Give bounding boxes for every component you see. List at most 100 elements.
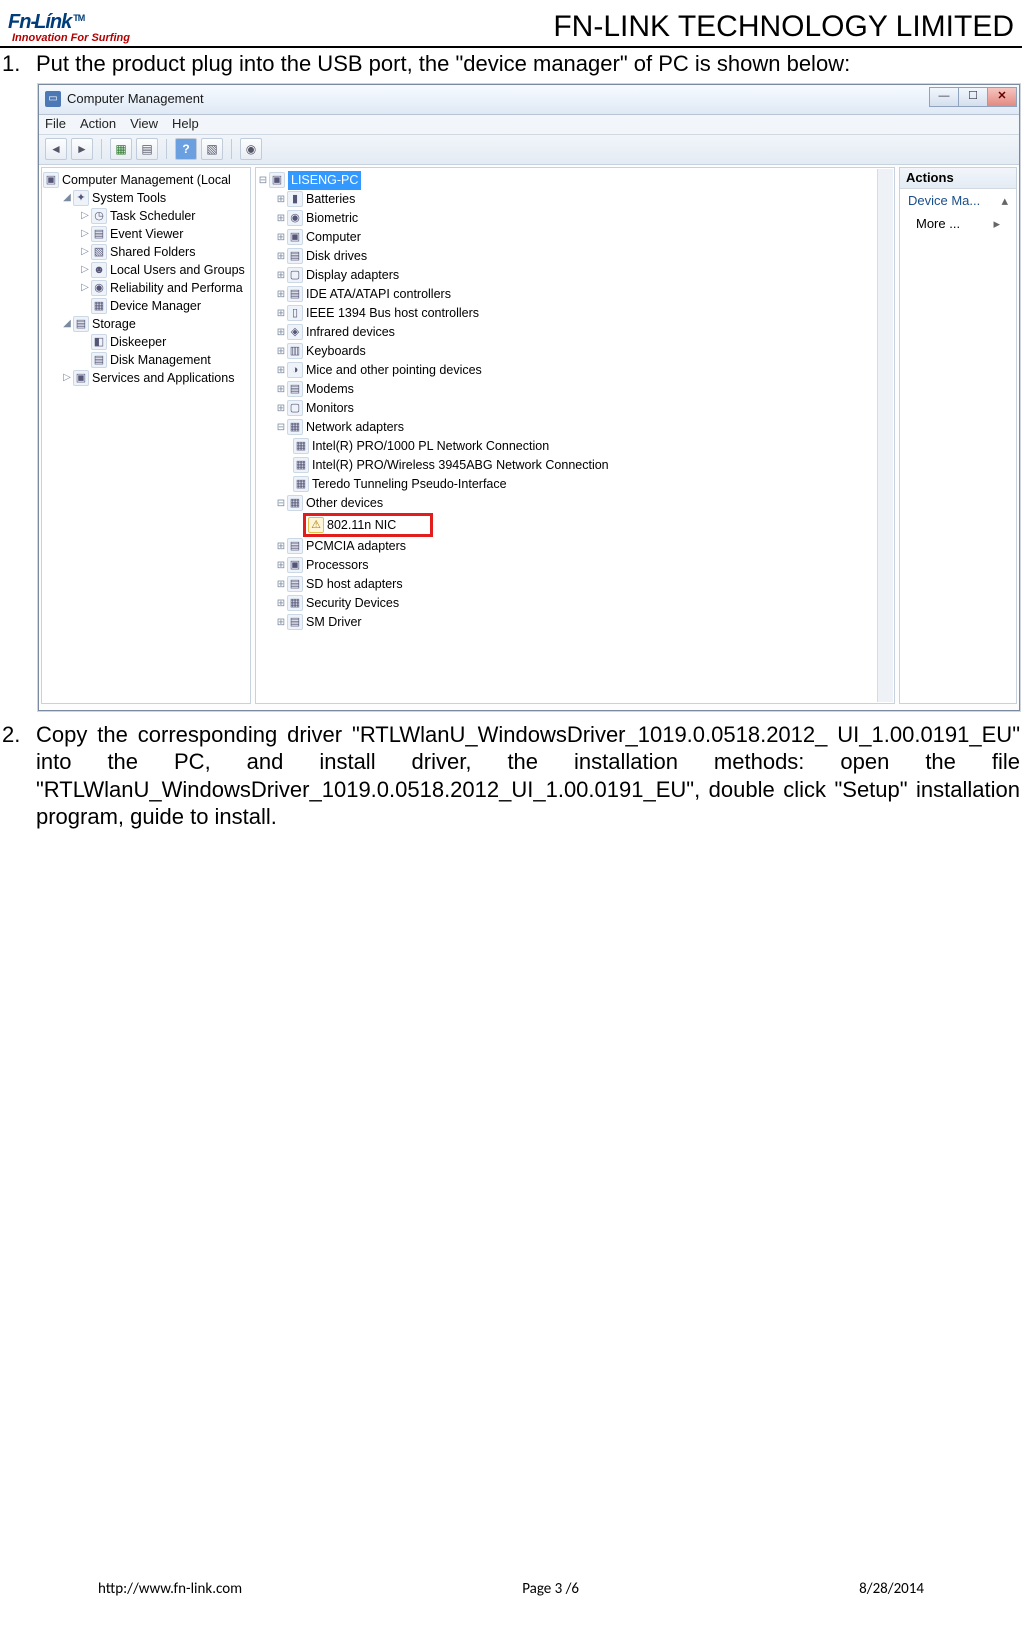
dev-infrared[interactable]: ⊞◈Infrared devices xyxy=(257,323,893,342)
expand-icon[interactable]: ▷ xyxy=(79,279,91,297)
folder-icon: ▧ xyxy=(91,244,107,260)
menubar: File Action View Help xyxy=(39,115,1019,135)
refresh-button[interactable]: ▧ xyxy=(201,138,223,160)
dev-security[interactable]: ⊞▦Security Devices xyxy=(257,594,893,613)
dev-root[interactable]: ⊟▣LISENG-PC xyxy=(257,171,893,190)
dev-ide[interactable]: ⊞▤IDE ATA/ATAPI controllers xyxy=(257,285,893,304)
tree-root[interactable]: ▣Computer Management (Local xyxy=(43,171,249,189)
expand-icon[interactable]: ▷ xyxy=(61,369,73,387)
expand-icon[interactable]: ⊞ xyxy=(275,537,287,556)
battery-icon: ▮ xyxy=(287,191,303,207)
tree-shared[interactable]: ▷▧Shared Folders xyxy=(43,243,249,261)
actions-devma[interactable]: Device Ma... ▴ xyxy=(900,189,1016,213)
expand-icon[interactable]: ⊞ xyxy=(275,613,287,632)
expand-icon[interactable]: ⊞ xyxy=(275,323,287,342)
cpu-icon: ▣ xyxy=(287,557,303,573)
dev-disk[interactable]: ⊞▤Disk drives xyxy=(257,247,893,266)
tree-diskeeper[interactable]: ◧Diskeeper xyxy=(43,333,249,351)
close-button[interactable]: ✕ xyxy=(987,87,1017,107)
tree-users[interactable]: ▷☻Local Users and Groups xyxy=(43,261,249,279)
expand-icon[interactable]: ⊞ xyxy=(275,285,287,304)
tree-storage[interactable]: ◢▤Storage xyxy=(43,315,249,333)
help-button[interactable]: ? xyxy=(175,138,197,160)
tree-event[interactable]: ▷▤Event Viewer xyxy=(43,225,249,243)
expand-icon[interactable]: ▷ xyxy=(79,207,91,225)
dev-ieee[interactable]: ⊞▯IEEE 1394 Bus host controllers xyxy=(257,304,893,323)
expand-icon[interactable]: ⊞ xyxy=(275,556,287,575)
middle-pane[interactable]: ⊟▣LISENG-PC ⊞▮Batteries ⊞◉Biometric ⊞▣Co… xyxy=(255,167,895,704)
tree-devmgr[interactable]: ▦Device Manager xyxy=(43,297,249,315)
expand-icon[interactable]: ⊞ xyxy=(275,228,287,247)
menu-view[interactable]: View xyxy=(130,116,158,132)
collapse-icon[interactable]: ⊟ xyxy=(275,418,287,437)
monitor-icon: ▢ xyxy=(287,400,303,416)
dev-keyboards[interactable]: ⊞▥Keyboards xyxy=(257,342,893,361)
dev-pcmcia[interactable]: ⊞▤PCMCIA adapters xyxy=(257,537,893,556)
nic-label: 802.11n NIC xyxy=(327,516,396,534)
computer-icon: ▣ xyxy=(287,229,303,245)
expand-icon[interactable]: ⊞ xyxy=(275,342,287,361)
dev-computer[interactable]: ⊞▣Computer xyxy=(257,228,893,247)
adapter-icon: ▦ xyxy=(293,457,309,473)
dev-processors[interactable]: ⊞▣Processors xyxy=(257,556,893,575)
expand-icon[interactable]: ⊞ xyxy=(275,209,287,228)
collapse-icon[interactable]: ◢ xyxy=(61,189,73,207)
tree-services[interactable]: ▷▣Services and Applications xyxy=(43,369,249,387)
dev-sd[interactable]: ⊞▤SD host adapters xyxy=(257,575,893,594)
show-hide-button[interactable]: ▦ xyxy=(110,138,132,160)
dev-net3[interactable]: ▦Teredo Tunneling Pseudo-Interface xyxy=(257,475,893,494)
dev-network[interactable]: ⊟▦Network adapters xyxy=(257,418,893,437)
expand-icon[interactable]: ▷ xyxy=(79,261,91,279)
expand-icon[interactable]: ⊞ xyxy=(275,247,287,266)
collapse-icon[interactable]: ◢ xyxy=(61,315,73,333)
actions-pane[interactable]: Actions Device Ma... ▴ More ... ▸ xyxy=(899,167,1017,704)
expand-icon[interactable]: ⊞ xyxy=(275,190,287,209)
menu-action[interactable]: Action xyxy=(80,116,116,132)
dev-modems[interactable]: ⊞▤Modems xyxy=(257,380,893,399)
expand-icon[interactable]: ⊞ xyxy=(275,399,287,418)
dev-monitors[interactable]: ⊞▢Monitors xyxy=(257,399,893,418)
properties-button[interactable]: ▤ xyxy=(136,138,158,160)
biometric-icon: ◉ xyxy=(287,210,303,226)
adapter-icon: ▦ xyxy=(293,438,309,454)
expand-icon[interactable]: ⊞ xyxy=(275,380,287,399)
minimize-button[interactable]: — xyxy=(929,87,959,107)
expand-icon[interactable]: ▷ xyxy=(79,243,91,261)
tree-systools[interactable]: ◢✦System Tools xyxy=(43,189,249,207)
dev-display[interactable]: ⊞▢Display adapters xyxy=(257,266,893,285)
menu-help[interactable]: Help xyxy=(172,116,199,132)
menu-file[interactable]: File xyxy=(45,116,66,132)
collapse-icon[interactable]: ⊟ xyxy=(275,494,287,513)
tree-reliab[interactable]: ▷◉Reliability and Performa xyxy=(43,279,249,297)
dev-other[interactable]: ⊟▦Other devices xyxy=(257,494,893,513)
left-pane[interactable]: ▣Computer Management (Local ◢✦System Too… xyxy=(41,167,251,704)
dev-biometric[interactable]: ⊞◉Biometric xyxy=(257,209,893,228)
dev-batteries[interactable]: ⊞▮Batteries xyxy=(257,190,893,209)
dev-sm[interactable]: ⊞▤SM Driver xyxy=(257,613,893,632)
dev-net2[interactable]: ▦Intel(R) PRO/Wireless 3945ABG Network C… xyxy=(257,456,893,475)
highlighted-nic[interactable]: ⚠802.11n NIC xyxy=(303,513,433,537)
management-tree: ▣Computer Management (Local ◢✦System Too… xyxy=(42,168,250,390)
dev-net1[interactable]: ▦Intel(R) PRO/1000 PL Network Connection xyxy=(257,437,893,456)
step-1: 1. Put the product plug into the USB por… xyxy=(2,50,1020,78)
expand-icon[interactable]: ⊞ xyxy=(275,575,287,594)
scan-button[interactable]: ◉ xyxy=(240,138,262,160)
actions-more[interactable]: More ... ▸ xyxy=(900,213,1016,235)
expand-icon[interactable]: ⊞ xyxy=(275,594,287,613)
tree-task[interactable]: ▷◷Task Scheduler xyxy=(43,207,249,225)
network-icon: ▦ xyxy=(287,419,303,435)
collapse-icon[interactable]: ⊟ xyxy=(257,171,269,190)
actions-header: Actions xyxy=(900,168,1016,189)
dev-mice[interactable]: ⊞◑Mice and other pointing devices xyxy=(257,361,893,380)
tree-diskmgmt[interactable]: ▤Disk Management xyxy=(43,351,249,369)
expand-icon[interactable]: ⊞ xyxy=(275,361,287,380)
expand-icon[interactable]: ▷ xyxy=(79,225,91,243)
forward-button[interactable]: ► xyxy=(71,138,93,160)
scrollbar[interactable] xyxy=(877,169,893,702)
expand-icon[interactable]: ⊞ xyxy=(275,266,287,285)
back-button[interactable]: ◄ xyxy=(45,138,67,160)
expand-icon[interactable]: ⊞ xyxy=(275,304,287,323)
step-1-text: Put the product plug into the USB port, … xyxy=(36,50,850,78)
maximize-button[interactable]: ☐ xyxy=(958,87,988,107)
window-titlebar[interactable]: ▭ Computer Management — ☐ ✕ xyxy=(39,85,1019,115)
